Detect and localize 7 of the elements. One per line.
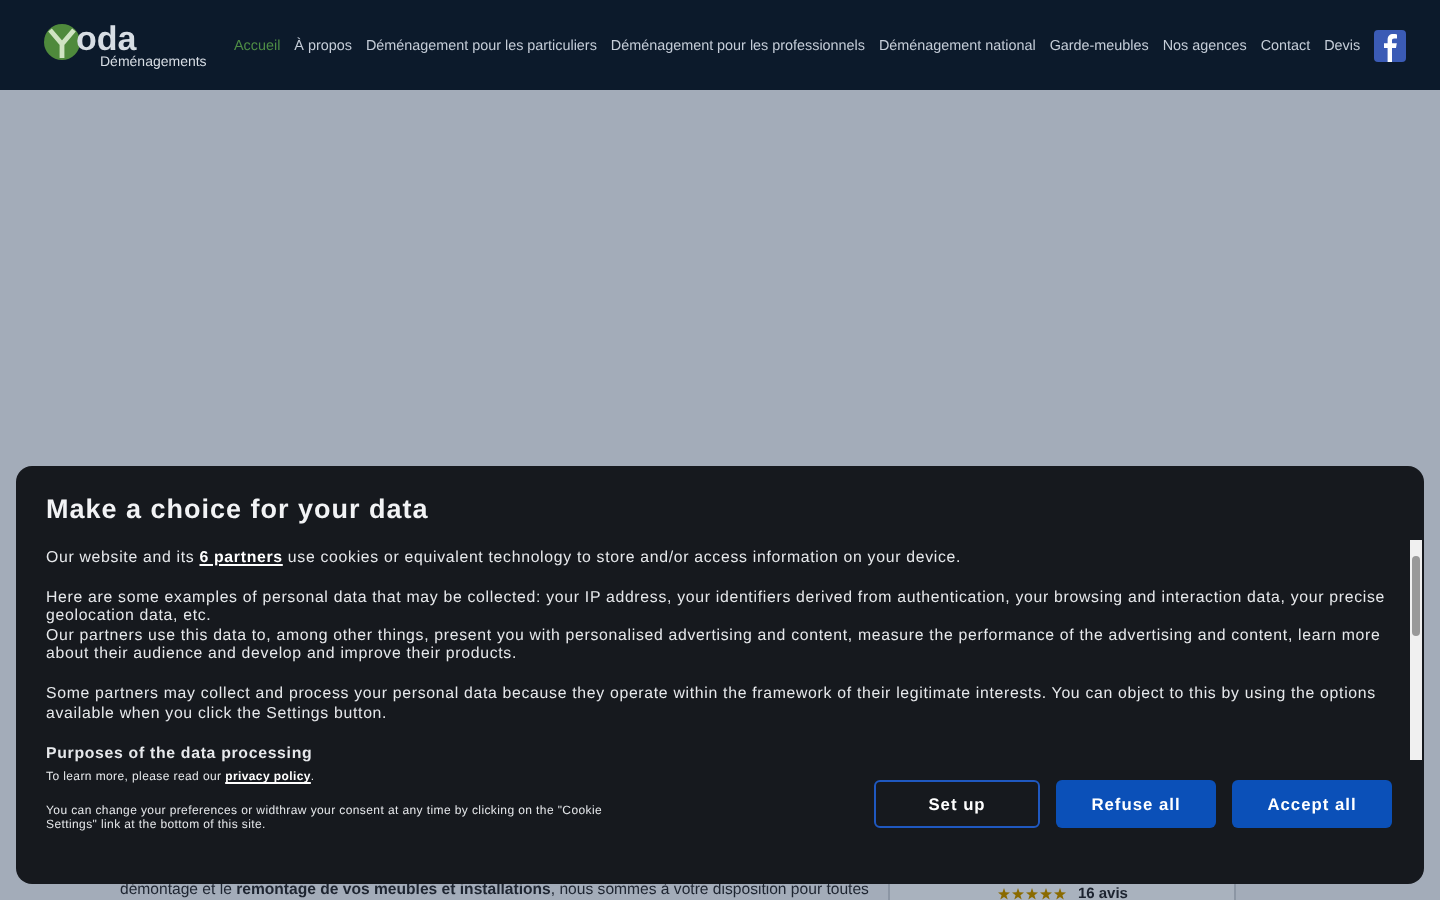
scrollbar[interactable]: [1410, 540, 1422, 760]
consent-button[interactable]: Accept all: [1232, 779, 1392, 828]
logo-name: oda: [76, 21, 137, 55]
dialog-title: Make a choice for your data: [46, 494, 431, 524]
facebook-icon[interactable]: [1374, 29, 1407, 61]
consent-button[interactable]: Set up: [874, 779, 1040, 828]
consent-button[interactable]: Refuse all: [1056, 779, 1216, 828]
